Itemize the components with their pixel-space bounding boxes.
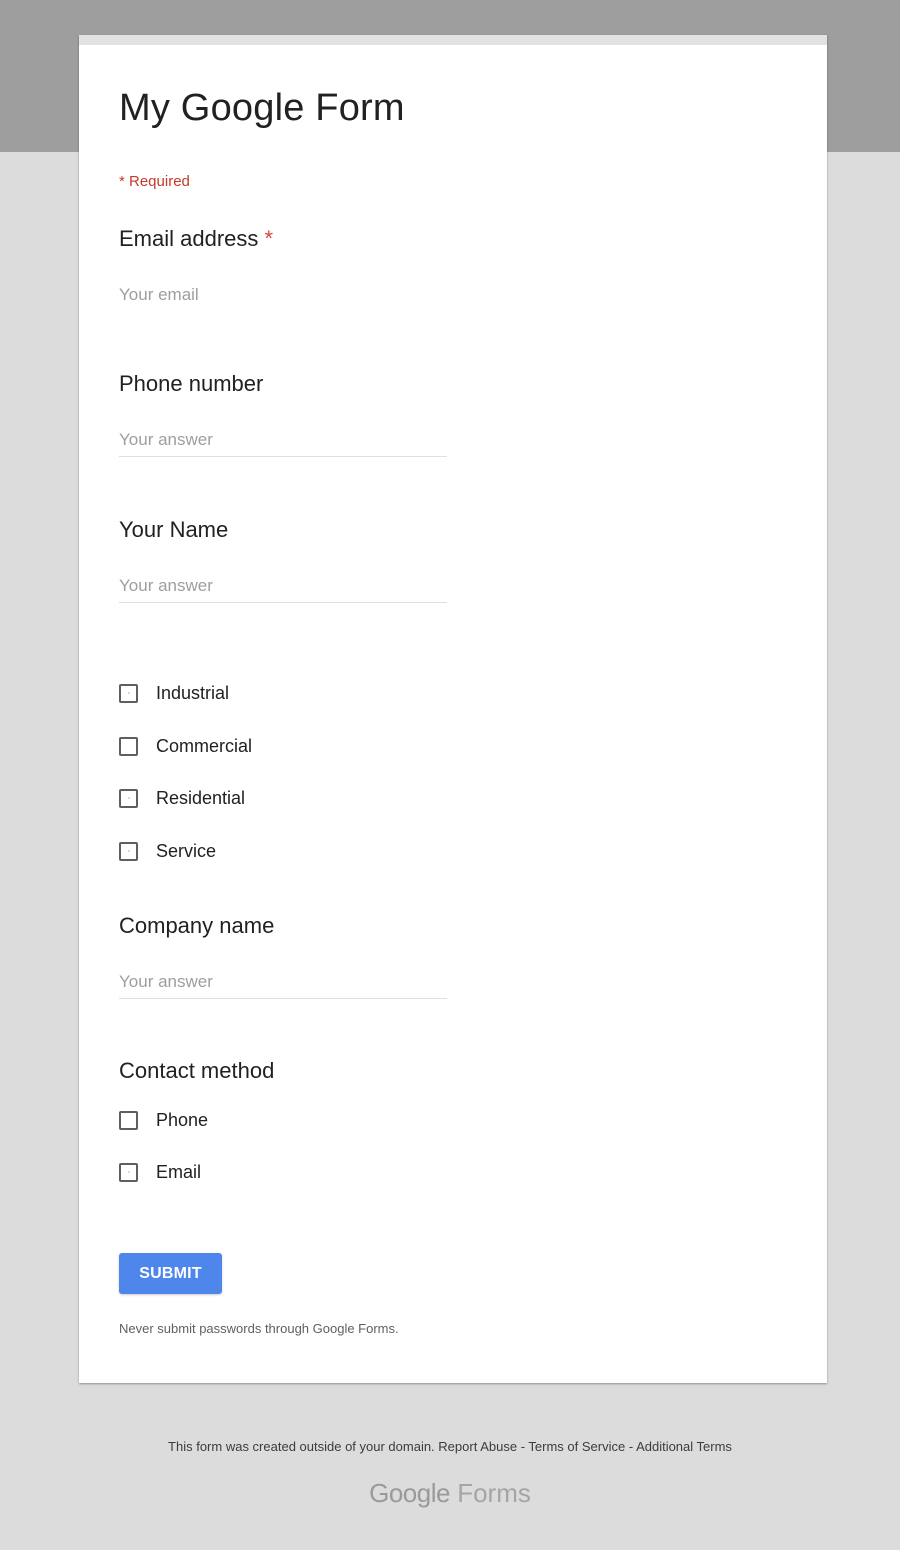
checkbox-icon[interactable] [119, 1162, 138, 1182]
terms-of-service-link[interactable]: Terms of Service [528, 1439, 625, 1454]
footer-notice: This form was created outside of your do… [0, 1439, 900, 1454]
additional-terms-link[interactable]: Additional Terms [636, 1439, 732, 1454]
checkbox-option-commercial[interactable]: Commercial [119, 734, 252, 758]
google-forms-logo[interactable]: Google Forms [0, 1478, 900, 1509]
question-email-title: Email address * [119, 226, 273, 252]
company-input[interactable] [119, 972, 447, 999]
question-name-title: Your Name [119, 517, 229, 542]
required-asterisk: * [264, 226, 274, 251]
separator: - [625, 1439, 637, 1454]
question-phone-title: Phone number [119, 371, 264, 396]
checkbox-label: Phone [156, 1109, 209, 1130]
question-company-title: Company name [119, 913, 275, 938]
required-note: * Required [119, 173, 190, 190]
email-input[interactable] [119, 285, 447, 311]
form-title: My Google Form [119, 87, 405, 129]
name-input[interactable] [119, 576, 447, 603]
checkbox-icon[interactable] [119, 736, 138, 756]
checkbox-label: Commercial [156, 735, 253, 756]
checkbox-icon[interactable] [119, 841, 138, 861]
report-abuse-link[interactable]: Report Abuse [438, 1439, 517, 1454]
password-warning: Never submit passwords through Google Fo… [119, 1321, 399, 1336]
brand-forms: Forms [457, 1478, 531, 1508]
checkbox-icon[interactable] [119, 683, 138, 703]
separator: - [517, 1439, 529, 1454]
checkbox-option-phone[interactable]: Phone [119, 1108, 208, 1132]
checkbox-label: Service [156, 840, 217, 861]
checkbox-icon[interactable] [119, 1110, 138, 1130]
checkbox-option-email[interactable]: Email [119, 1160, 201, 1184]
checkbox-label: Industrial [156, 682, 230, 703]
checkbox-option-residential[interactable]: Residential [119, 786, 245, 810]
brand-google: Google [369, 1478, 450, 1508]
checkbox-option-industrial[interactable]: Industrial [119, 681, 229, 705]
question-label: Email address [119, 226, 259, 251]
phone-input[interactable] [119, 430, 447, 457]
domain-notice: This form was created outside of your do… [168, 1439, 435, 1454]
checkbox-label: Residential [156, 787, 246, 808]
question-contact-method-title: Contact method [119, 1058, 275, 1083]
form-card: My Google Form * Required Email address … [79, 35, 827, 1383]
checkbox-label: Email [156, 1161, 202, 1182]
checkbox-icon[interactable] [119, 788, 138, 808]
checkbox-option-service[interactable]: Service [119, 839, 216, 863]
submit-button[interactable]: SUBMIT [119, 1253, 222, 1294]
